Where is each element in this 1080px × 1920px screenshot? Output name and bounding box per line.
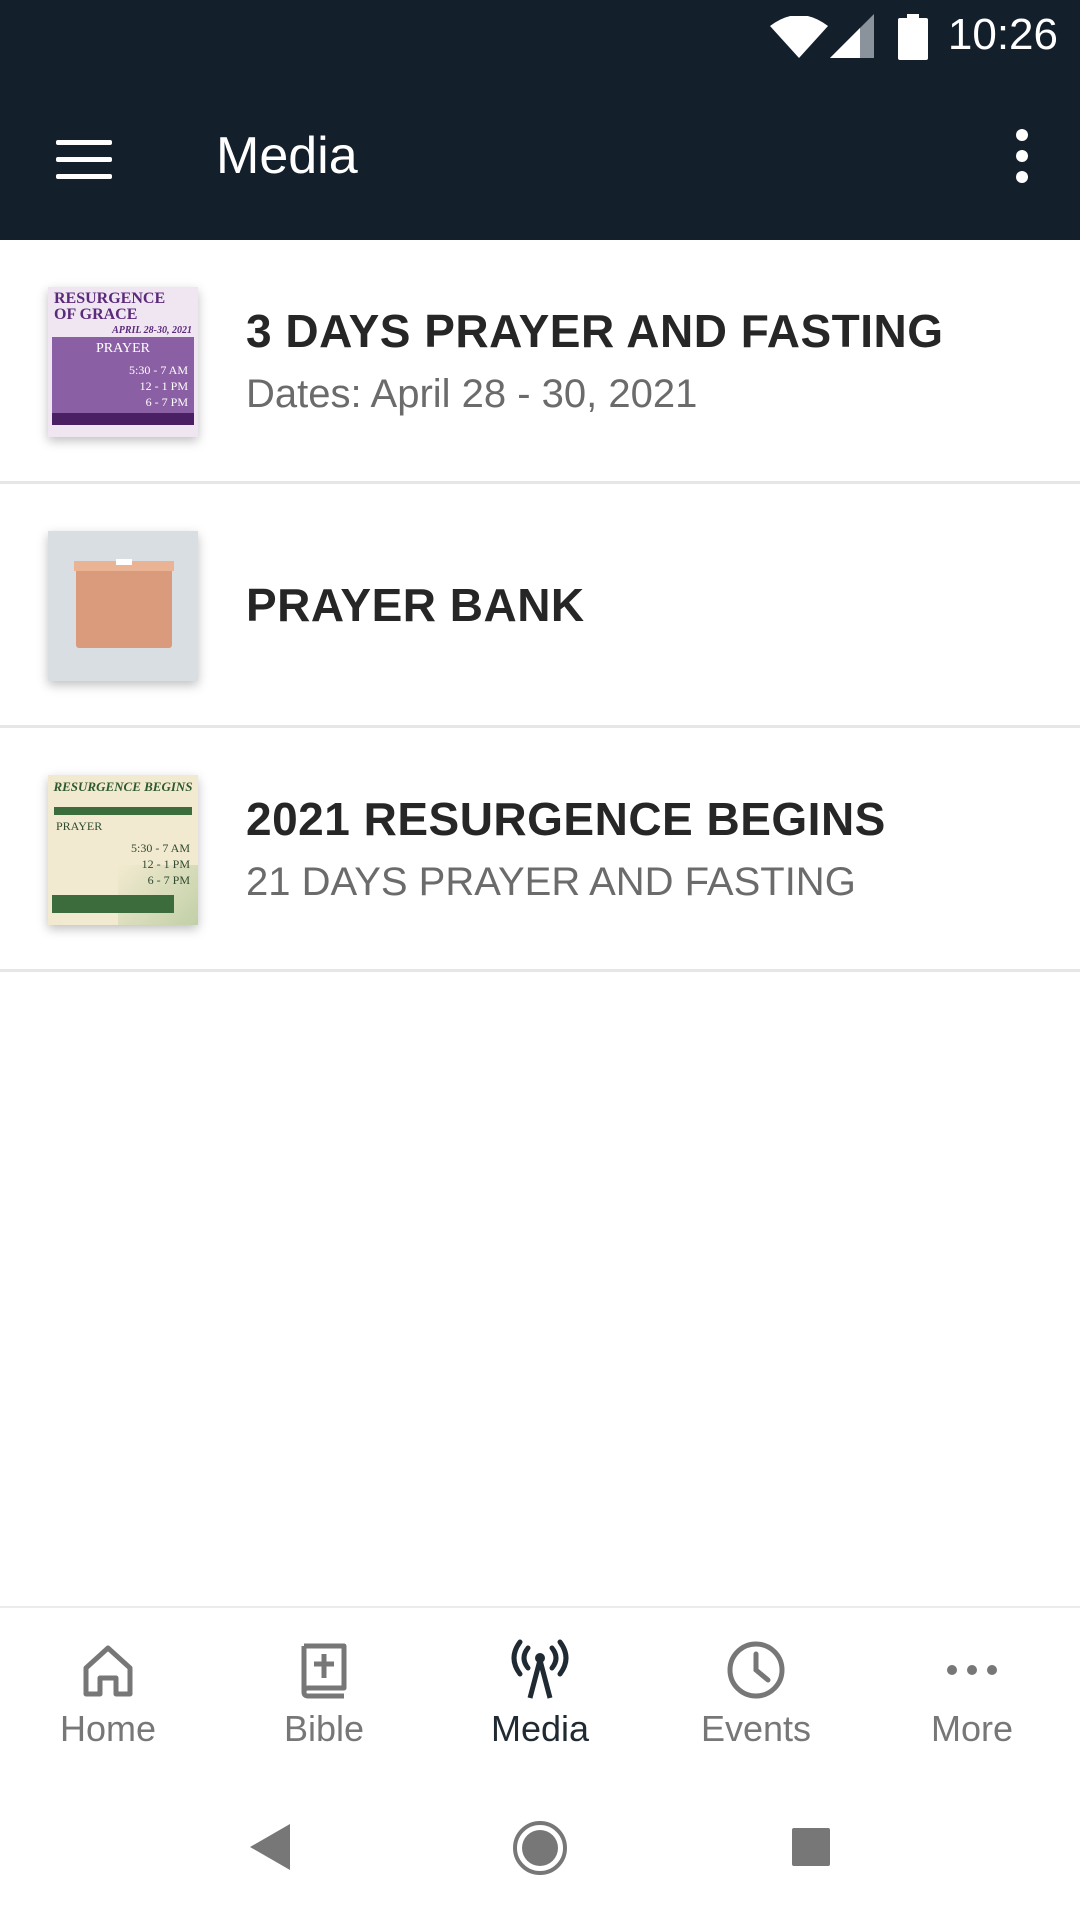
wifi-icon	[770, 16, 828, 58]
broadcast-icon	[511, 1639, 569, 1699]
signal-icon	[830, 14, 874, 58]
item-thumbnail: RESURGENCE BEGINS PRAYER 5:30 - 7 AM 12 …	[48, 775, 198, 925]
system-navigation-bar	[0, 1780, 1080, 1920]
app-bar: Media	[0, 76, 1080, 240]
page-title: Media	[216, 127, 358, 185]
item-subtitle: 21 DAYS PRAYER AND FASTING	[246, 860, 856, 904]
recent-apps-icon[interactable]	[792, 1828, 830, 1866]
more-horizontal-icon	[947, 1665, 997, 1675]
item-thumbnail	[48, 531, 198, 681]
tab-bible[interactable]: Bible	[216, 1608, 432, 1782]
battery-icon	[898, 14, 928, 60]
tab-media[interactable]: Media	[432, 1608, 648, 1782]
home-icon	[83, 1645, 133, 1697]
bible-icon	[301, 1643, 347, 1699]
item-title: 2021 RESURGENCE BEGINS	[246, 793, 886, 845]
tab-events[interactable]: Events	[648, 1608, 864, 1782]
tab-home[interactable]: Home	[0, 1608, 216, 1782]
item-thumbnail: RESURGENCE OF GRACE APRIL 28-30, 2021 PR…	[48, 287, 198, 437]
clock-icon	[727, 1641, 785, 1699]
item-title: PRAYER BANK	[246, 578, 585, 631]
top-bar: 10:26 Media	[0, 0, 1080, 240]
item-title: 3 DAYS PRAYER AND FASTING	[246, 305, 944, 357]
status-time: 10:26	[947, 10, 1058, 59]
tab-more[interactable]: More	[864, 1608, 1080, 1782]
list-item[interactable]: RESURGENCE BEGINS PRAYER 5:30 - 7 AM 12 …	[0, 728, 1080, 972]
menu-icon[interactable]	[34, 124, 134, 194]
bottom-navigation: Home Bible Media Events More	[0, 1606, 1080, 1782]
overflow-menu-icon[interactable]	[992, 116, 1052, 196]
home-button-icon[interactable]	[512, 1820, 568, 1876]
status-bar: 10:26	[0, 0, 1080, 76]
item-subtitle: Dates: April 28 - 30, 2021	[246, 372, 698, 416]
list-item[interactable]: PRAYER BANK	[0, 484, 1080, 728]
back-icon[interactable]	[250, 1824, 290, 1870]
media-list: RESURGENCE OF GRACE APRIL 28-30, 2021 PR…	[0, 240, 1080, 972]
list-item[interactable]: RESURGENCE OF GRACE APRIL 28-30, 2021 PR…	[0, 240, 1080, 484]
